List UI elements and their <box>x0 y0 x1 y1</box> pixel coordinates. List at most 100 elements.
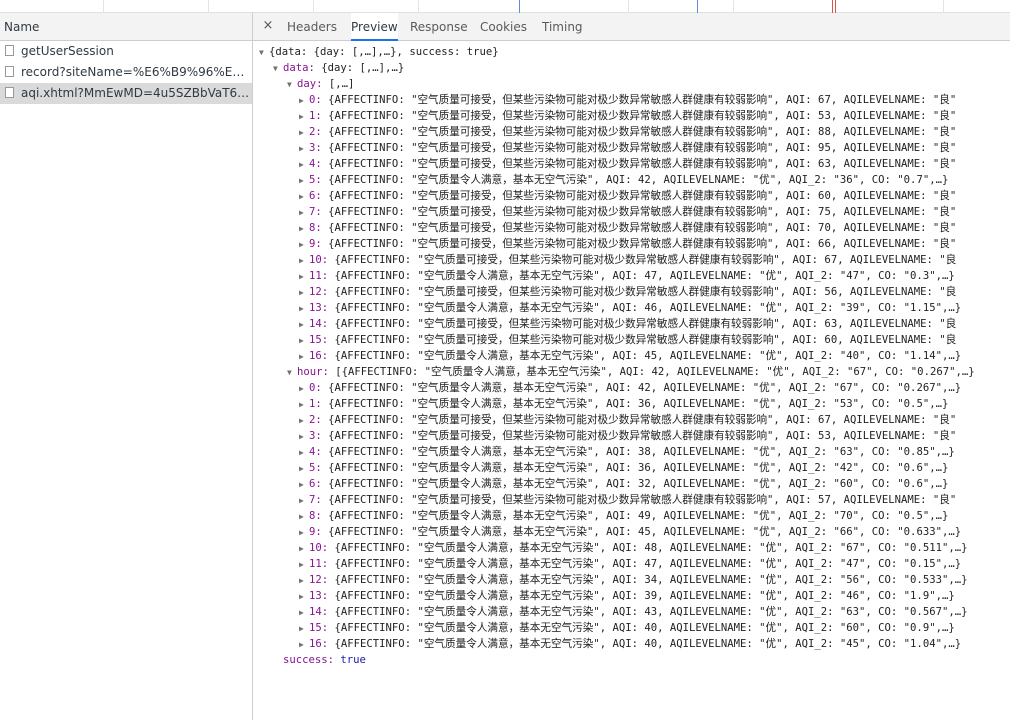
key-data: data: <box>283 62 315 74</box>
collapse-triangle-icon[interactable]: ▶ <box>299 557 309 573</box>
close-icon[interactable]: × <box>261 18 275 34</box>
collapse-triangle-icon[interactable]: ▶ <box>299 381 309 397</box>
array-index: 13: <box>309 302 329 314</box>
hour-row[interactable]: ▶ 15: {AFFECTINFO: "空气质量令人满意，基本无空气污染", AQ… <box>299 620 955 636</box>
hour-row[interactable]: ▶ 14: {AFFECTINFO: "空气质量令人满意，基本无空气污染", AQ… <box>299 604 967 620</box>
object-summary: {AFFECTINFO: "空气质量可接受，但某些污染物可能对极少数异常敏感人群… <box>328 126 957 138</box>
hour-row[interactable]: ▶ 5: {AFFECTINFO: "空气质量令人满意，基本无空气污染", AQI… <box>299 460 948 476</box>
collapse-triangle-icon[interactable]: ▶ <box>299 285 309 301</box>
collapse-triangle-icon[interactable]: ▶ <box>299 621 309 637</box>
root-summary: {data: {day: [,…],…}, success: true} <box>269 46 499 58</box>
collapse-triangle-icon[interactable]: ▶ <box>299 493 309 509</box>
timeline-load-marker <box>832 0 833 13</box>
collapse-triangle-icon[interactable]: ▶ <box>299 269 309 285</box>
day-row[interactable]: ▶ 14: {AFFECTINFO: "空气质量可接受，但某些污染物可能对极少数异… <box>299 316 956 332</box>
collapse-triangle-icon[interactable]: ▶ <box>299 589 309 605</box>
object-summary: {AFFECTINFO: "空气质量可接受，但某些污染物可能对极少数异常敏感人群… <box>328 430 957 442</box>
array-index: 6: <box>309 190 322 202</box>
expand-triangle-icon[interactable]: ▼ <box>273 61 283 77</box>
day-row[interactable]: ▶ 16: {AFFECTINFO: "空气质量令人满意，基本无空气污染", AQ… <box>299 348 961 364</box>
day-row[interactable]: ▶ 0: {AFFECTINFO: "空气质量可接受，但某些污染物可能对极少数异常… <box>299 92 956 108</box>
hour-row[interactable]: ▶ 12: {AFFECTINFO: "空气质量令人满意，基本无空气污染", AQ… <box>299 572 967 588</box>
collapse-triangle-icon[interactable]: ▶ <box>299 397 309 413</box>
hour-row[interactable]: ▶ 10: {AFFECTINFO: "空气质量令人满意，基本无空气污染", AQ… <box>299 540 967 556</box>
hour-row[interactable]: ▶ 7: {AFFECTINFO: "空气质量可接受，但某些污染物可能对极少数异常… <box>299 492 956 508</box>
object-summary: {AFFECTINFO: "空气质量令人满意，基本无空气污染", AQI: 36… <box>328 462 949 474</box>
request-row[interactable]: record?siteName=%E6%B9%96%E5%8C... <box>0 62 252 83</box>
hour-row[interactable]: ▶ 3: {AFFECTINFO: "空气质量可接受，但某些污染物可能对极少数异常… <box>299 428 956 444</box>
tab-preview[interactable]: Preview <box>351 13 398 41</box>
hour-row[interactable]: ▶ 9: {AFFECTINFO: "空气质量令人满意，基本无空气污染", AQI… <box>299 524 961 540</box>
collapse-triangle-icon[interactable]: ▶ <box>299 221 309 237</box>
collapse-triangle-icon[interactable]: ▶ <box>299 93 309 109</box>
collapse-triangle-icon[interactable]: ▶ <box>299 509 309 525</box>
collapse-triangle-icon[interactable]: ▶ <box>299 573 309 589</box>
request-row[interactable]: aqi.xhtml?MmEwMD=4u5SZBbVaT6A1sd... <box>0 83 252 104</box>
tree-node-data[interactable]: ▼ data: {day: [,…],…} <box>273 60 404 76</box>
hour-row[interactable]: ▶ 6: {AFFECTINFO: "空气质量令人满意，基本无空气污染", AQI… <box>299 476 948 492</box>
timeline-gridline <box>418 0 419 13</box>
expand-triangle-icon[interactable]: ▼ <box>287 365 297 381</box>
tab-cookies[interactable]: Cookies <box>480 13 527 40</box>
collapse-triangle-icon[interactable]: ▶ <box>299 445 309 461</box>
hour-row[interactable]: ▶ 0: {AFFECTINFO: "空气质量令人满意，基本无空气污染", AQI… <box>299 380 961 396</box>
collapse-triangle-icon[interactable]: ▶ <box>299 477 309 493</box>
request-row[interactable]: getUserSession <box>0 41 252 62</box>
collapse-triangle-icon[interactable]: ▶ <box>299 189 309 205</box>
collapse-triangle-icon[interactable]: ▶ <box>299 141 309 157</box>
collapse-triangle-icon[interactable]: ▶ <box>299 125 309 141</box>
day-row[interactable]: ▶ 2: {AFFECTINFO: "空气质量可接受，但某些污染物可能对极少数异常… <box>299 124 956 140</box>
collapse-triangle-icon[interactable]: ▶ <box>299 109 309 125</box>
collapse-triangle-icon[interactable]: ▶ <box>299 605 309 621</box>
expand-triangle-icon[interactable]: ▼ <box>287 77 297 93</box>
name-column-header[interactable]: Name <box>0 13 252 41</box>
collapse-triangle-icon[interactable]: ▶ <box>299 237 309 253</box>
hour-row[interactable]: ▶ 8: {AFFECTINFO: "空气质量令人满意，基本无空气污染", AQI… <box>299 508 948 524</box>
day-row[interactable]: ▶ 12: {AFFECTINFO: "空气质量可接受，但某些污染物可能对极少数异… <box>299 284 956 300</box>
day-row[interactable]: ▶ 13: {AFFECTINFO: "空气质量令人满意，基本无空气污染", AQ… <box>299 300 961 316</box>
collapse-triangle-icon[interactable]: ▶ <box>299 253 309 269</box>
object-summary: {AFFECTINFO: "空气质量令人满意，基本无空气污染", AQI: 45… <box>328 526 962 538</box>
hour-row[interactable]: ▶ 16: {AFFECTINFO: "空气质量令人满意，基本无空气污染", AQ… <box>299 636 961 652</box>
day-row[interactable]: ▶ 10: {AFFECTINFO: "空气质量可接受，但某些污染物可能对极少数异… <box>299 252 956 268</box>
tree-node-hour[interactable]: ▼ hour: [{AFFECTINFO: "空气质量令人满意，基本无空气污染",… <box>287 364 975 380</box>
tab-timing[interactable]: Timing <box>542 13 583 40</box>
array-index: 16: <box>309 638 329 650</box>
day-row[interactable]: ▶ 6: {AFFECTINFO: "空气质量可接受，但某些污染物可能对极少数异常… <box>299 188 956 204</box>
day-row[interactable]: ▶ 3: {AFFECTINFO: "空气质量可接受，但某些污染物可能对极少数异常… <box>299 140 956 156</box>
collapse-triangle-icon[interactable]: ▶ <box>299 205 309 221</box>
collapse-triangle-icon[interactable]: ▶ <box>299 301 309 317</box>
collapse-triangle-icon[interactable]: ▶ <box>299 173 309 189</box>
collapse-triangle-icon[interactable]: ▶ <box>299 541 309 557</box>
day-row[interactable]: ▶ 4: {AFFECTINFO: "空气质量可接受，但某些污染物可能对极少数异常… <box>299 156 956 172</box>
data-summary: {day: [,…],…} <box>321 62 405 74</box>
day-row[interactable]: ▶ 11: {AFFECTINFO: "空气质量令人满意，基本无空气污染", AQ… <box>299 268 955 284</box>
collapse-triangle-icon[interactable]: ▶ <box>299 525 309 541</box>
hour-row[interactable]: ▶ 1: {AFFECTINFO: "空气质量令人满意，基本无空气污染", AQI… <box>299 396 948 412</box>
object-summary: {AFFECTINFO: "空气质量令人满意，基本无空气污染", AQI: 47… <box>334 558 962 570</box>
collapse-triangle-icon[interactable]: ▶ <box>299 317 309 333</box>
hour-row[interactable]: ▶ 13: {AFFECTINFO: "空气质量令人满意，基本无空气污染", AQ… <box>299 588 955 604</box>
hour-row[interactable]: ▶ 2: {AFFECTINFO: "空气质量可接受，但某些污染物可能对极少数异常… <box>299 412 956 428</box>
tab-headers[interactable]: Headers <box>287 13 337 40</box>
collapse-triangle-icon[interactable]: ▶ <box>299 413 309 429</box>
tab-response[interactable]: Response <box>410 13 468 40</box>
day-row[interactable]: ▶ 5: {AFFECTINFO: "空气质量令人满意，基本无空气污染", AQI… <box>299 172 948 188</box>
array-index: 9: <box>309 526 322 538</box>
day-row[interactable]: ▶ 1: {AFFECTINFO: "空气质量可接受，但某些污染物可能对极少数异常… <box>299 108 956 124</box>
collapse-triangle-icon[interactable]: ▶ <box>299 349 309 365</box>
tree-root[interactable]: ▼ {data: {day: [,…],…}, success: true} <box>259 44 499 60</box>
day-row[interactable]: ▶ 9: {AFFECTINFO: "空气质量可接受，但某些污染物可能对极少数异常… <box>299 236 956 252</box>
tree-node-day[interactable]: ▼ day: [,…] <box>287 76 354 92</box>
collapse-triangle-icon[interactable]: ▶ <box>299 157 309 173</box>
expand-triangle-icon[interactable]: ▼ <box>259 45 269 61</box>
collapse-triangle-icon[interactable]: ▶ <box>299 461 309 477</box>
hour-row[interactable]: ▶ 4: {AFFECTINFO: "空气质量令人满意，基本无空气污染", AQI… <box>299 444 955 460</box>
hour-row[interactable]: ▶ 11: {AFFECTINFO: "空气质量令人满意，基本无空气污染", AQ… <box>299 556 961 572</box>
collapse-triangle-icon[interactable]: ▶ <box>299 429 309 445</box>
collapse-triangle-icon[interactable]: ▶ <box>299 333 309 349</box>
day-row[interactable]: ▶ 8: {AFFECTINFO: "空气质量可接受，但某些污染物可能对极少数异常… <box>299 220 956 236</box>
day-row[interactable]: ▶ 15: {AFFECTINFO: "空气质量可接受，但某些污染物可能对极少数异… <box>299 332 956 348</box>
day-row[interactable]: ▶ 7: {AFFECTINFO: "空气质量可接受，但某些污染物可能对极少数异常… <box>299 204 956 220</box>
collapse-triangle-icon[interactable]: ▶ <box>299 637 309 653</box>
